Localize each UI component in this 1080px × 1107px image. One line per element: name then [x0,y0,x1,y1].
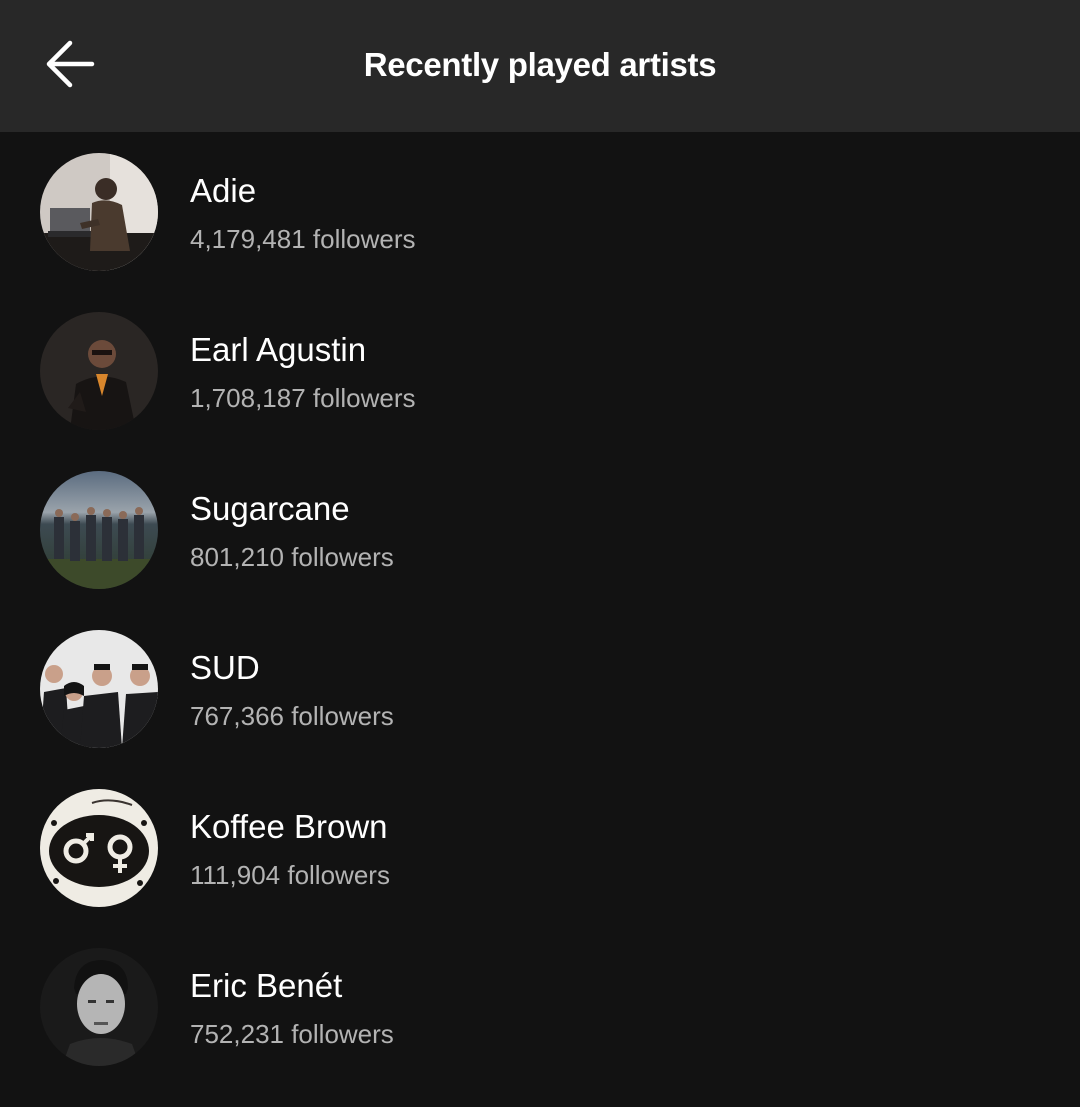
artist-row[interactable]: Eric Benét 752,231 followers [0,927,1080,1086]
artist-avatar [40,153,158,271]
artist-followers: 752,231 followers [190,1019,394,1049]
artist-list: Adie 4,179,481 followers Earl Agustin 1,… [0,132,1080,1086]
artist-avatar [40,789,158,907]
artist-name: SUD [190,649,260,686]
artist-name: Koffee Brown [190,808,388,845]
artist-followers: 767,366 followers [190,701,394,731]
artist-name: Sugarcane [190,490,350,527]
artist-row[interactable]: Earl Agustin 1,708,187 followers [0,291,1080,450]
artist-followers: 4,179,481 followers [190,224,416,254]
artist-avatar [40,471,158,589]
artist-followers: 801,210 followers [190,542,394,572]
page-title: Recently played artists [363,46,717,83]
artist-avatar [40,948,158,1066]
artist-row[interactable]: Adie 4,179,481 followers [0,132,1080,291]
artist-row[interactable]: Koffee Brown 111,904 followers [0,768,1080,927]
artist-name: Earl Agustin [190,331,367,368]
artist-name: Adie [190,172,257,209]
artist-name: Eric Benét [190,967,343,1004]
artist-followers: 1,708,187 followers [190,383,416,413]
artist-avatar [40,630,158,748]
artist-row[interactable]: SUD 767,366 followers [0,609,1080,768]
artist-followers: 111,904 followers [190,860,390,890]
artist-row[interactable]: Sugarcane 801,210 followers [0,450,1080,609]
artist-avatar [40,312,158,430]
top-bar: Recently played artists [0,0,1080,132]
